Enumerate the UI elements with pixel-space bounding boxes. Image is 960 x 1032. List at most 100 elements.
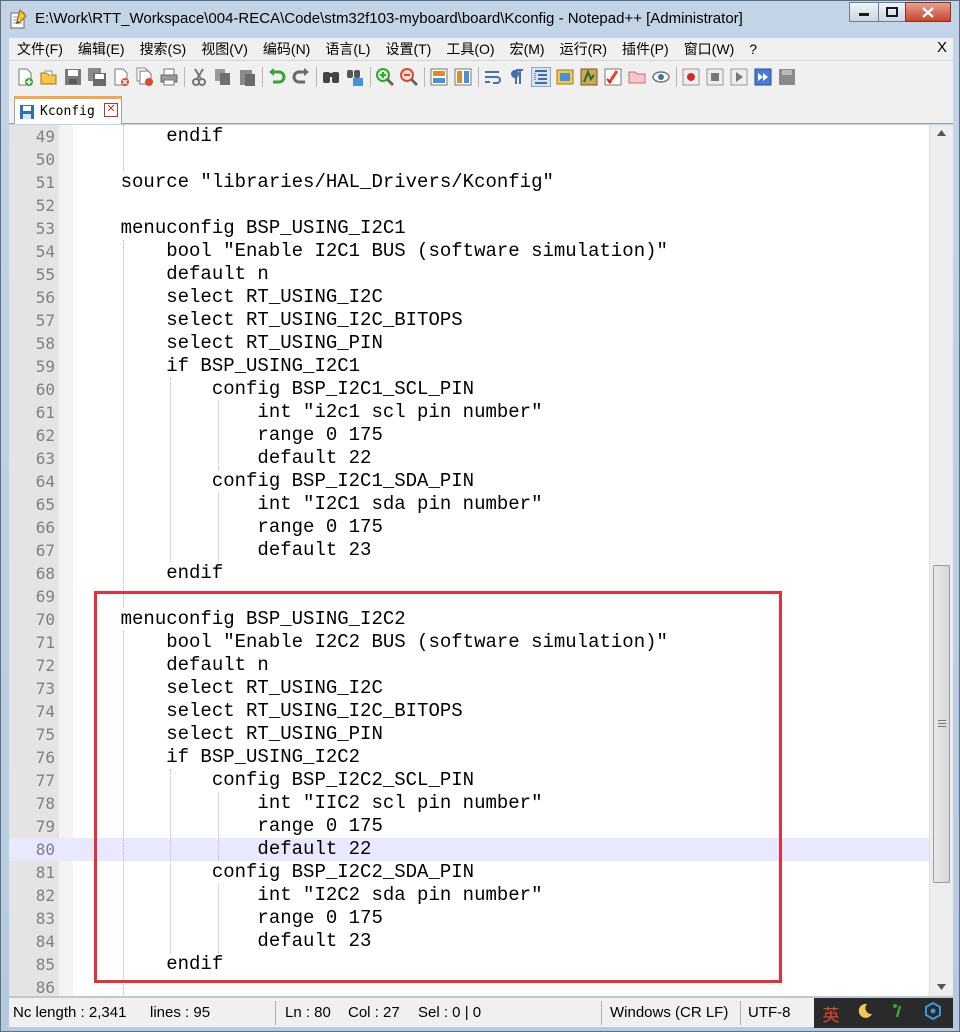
cut-icon[interactable] <box>189 67 209 87</box>
ime-language-toggle[interactable]: 英 <box>814 1001 848 1026</box>
code-line[interactable]: 61 int "i2c1 scl pin number" <box>9 401 929 424</box>
open-file-icon[interactable] <box>39 67 59 87</box>
menu-run[interactable]: 运行(R) <box>552 39 614 59</box>
new-file-icon[interactable] <box>15 67 35 87</box>
indent-guide-icon[interactable] <box>531 66 551 87</box>
code-line[interactable]: 55 default n <box>9 263 929 286</box>
menu-encoding[interactable]: 编码(N) <box>255 39 317 59</box>
undo-icon[interactable] <box>267 67 287 87</box>
menu-settings[interactable]: 设置(T) <box>377 39 438 59</box>
menu-edit[interactable]: 编辑(E) <box>70 39 132 59</box>
title-bar[interactable]: E:\Work\RTT_Workspace\004-RECA\Code\stm3… <box>1 1 959 37</box>
code-line[interactable]: 68 endif <box>9 562 929 585</box>
code-line[interactable]: 62 range 0 175 <box>9 424 929 447</box>
code-line[interactable]: 65 int "I2C1 sda pin number" <box>9 493 929 516</box>
status-eol-format[interactable]: Windows (CR LF) <box>610 998 728 1028</box>
menu-tools[interactable]: 工具(O) <box>438 39 501 59</box>
folder-icon[interactable] <box>627 67 647 87</box>
vertical-scrollbar[interactable] <box>929 125 953 996</box>
menu-help[interactable]: ? <box>741 41 764 57</box>
paste-icon[interactable] <box>237 67 257 87</box>
replace-icon[interactable] <box>345 67 365 87</box>
word-wrap-icon[interactable] <box>483 67 503 87</box>
status-divider <box>275 1001 276 1025</box>
menu-plugins[interactable]: 插件(P) <box>614 39 676 59</box>
code-line[interactable]: 66 range 0 175 <box>9 516 929 539</box>
scroll-down-button[interactable] <box>930 979 953 996</box>
code-line[interactable]: 56 select RT_USING_I2C <box>9 286 929 309</box>
code-line[interactable]: 49 endif <box>9 125 929 148</box>
code-line[interactable]: 50 <box>9 148 929 171</box>
code-line[interactable]: 58 select RT_USING_PIN <box>9 332 929 355</box>
menu-view[interactable]: 视图(V) <box>193 39 255 59</box>
menu-file[interactable]: 文件(F) <box>9 39 70 59</box>
code-line[interactable]: 60 config BSP_I2C1_SCL_PIN <box>9 378 929 401</box>
sync-vertical-icon[interactable] <box>429 67 449 87</box>
menu-language[interactable]: 语言(L) <box>317 39 377 59</box>
status-line-number: Ln : 80 <box>285 1004 331 1021</box>
save-icon[interactable] <box>63 67 83 87</box>
code-line[interactable]: 51 source "libraries/HAL_Drivers/Kconfig… <box>9 171 929 194</box>
scroll-up-button[interactable] <box>930 125 953 142</box>
zoom-out-icon[interactable] <box>399 67 419 87</box>
status-encoding[interactable]: UTF-8 <box>748 998 791 1028</box>
line-number: 80 <box>35 840 55 859</box>
line-number: 67 <box>35 541 55 560</box>
punctuation-icon[interactable] <box>882 1002 916 1025</box>
zoom-in-icon[interactable] <box>375 67 395 87</box>
line-number: 86 <box>35 978 55 996</box>
function-list-icon[interactable] <box>579 67 599 87</box>
maximize-button[interactable] <box>878 2 906 22</box>
copy-icon[interactable] <box>213 67 233 87</box>
toolbar-separator <box>478 66 479 87</box>
sync-horizontal-icon[interactable] <box>453 67 473 87</box>
close-all-icon[interactable] <box>135 67 155 87</box>
line-number: 49 <box>35 127 55 146</box>
find-icon[interactable] <box>321 67 341 87</box>
ime-settings-icon[interactable] <box>916 1001 950 1025</box>
play-macro-icon[interactable] <box>729 67 749 87</box>
save-macro-icon[interactable] <box>777 67 797 87</box>
moon-icon[interactable] <box>848 1002 882 1025</box>
code-line[interactable]: 52 <box>9 194 929 217</box>
scrollbar-thumb[interactable] <box>933 565 950 883</box>
code-line[interactable]: 67 default 23 <box>9 539 929 562</box>
code-text: select RT_USING_I2C_BITOPS <box>75 309 463 331</box>
line-number: 63 <box>35 449 55 468</box>
line-number: 70 <box>35 610 55 629</box>
menu-search[interactable]: 搜索(S) <box>132 39 194 59</box>
code-line[interactable]: 54 bool "Enable I2C1 BUS (software simul… <box>9 240 929 263</box>
maximize-icon <box>886 7 898 17</box>
code-line[interactable]: 64 config BSP_I2C1_SDA_PIN <box>9 470 929 493</box>
run-macro-multiple-icon[interactable] <box>753 67 773 87</box>
code-line[interactable]: 59 if BSP_USING_I2C1 <box>9 355 929 378</box>
doc-map-icon[interactable] <box>555 67 575 87</box>
show-all-chars-icon[interactable] <box>507 67 527 87</box>
record-macro-icon[interactable] <box>681 67 701 87</box>
code-line[interactable]: 57 select RT_USING_I2C_BITOPS <box>9 309 929 332</box>
menu-window[interactable]: 窗口(W) <box>676 39 742 59</box>
toolbar-separator <box>262 66 263 87</box>
redo-icon[interactable] <box>291 67 311 87</box>
save-all-icon[interactable] <box>87 67 107 87</box>
close-document-button[interactable]: X <box>937 39 947 56</box>
minimize-button[interactable] <box>849 2 879 22</box>
line-number: 68 <box>35 564 55 583</box>
code-text: range 0 175 <box>75 516 383 538</box>
line-number: 51 <box>35 173 55 192</box>
stop-macro-icon[interactable] <box>705 67 725 87</box>
ime-toolbar[interactable]: 英 <box>814 998 953 1028</box>
code-line[interactable]: 63 default 22 <box>9 447 929 470</box>
code-line[interactable]: 53 menuconfig BSP_USING_I2C1 <box>9 217 929 240</box>
lang-icon[interactable] <box>603 67 623 87</box>
code-text: default 22 <box>75 447 372 469</box>
monitor-icon[interactable] <box>651 67 671 87</box>
tab-kconfig[interactable]: Kconfig ✕ <box>14 96 122 124</box>
close-file-icon[interactable] <box>111 67 131 87</box>
tab-close-button[interactable]: ✕ <box>104 103 118 117</box>
menu-macro[interactable]: 宏(M) <box>502 39 552 59</box>
notepadpp-app-icon[interactable] <box>8 9 28 29</box>
close-window-button[interactable] <box>905 2 951 22</box>
print-icon[interactable] <box>159 67 179 87</box>
code-text: endif <box>75 562 224 584</box>
